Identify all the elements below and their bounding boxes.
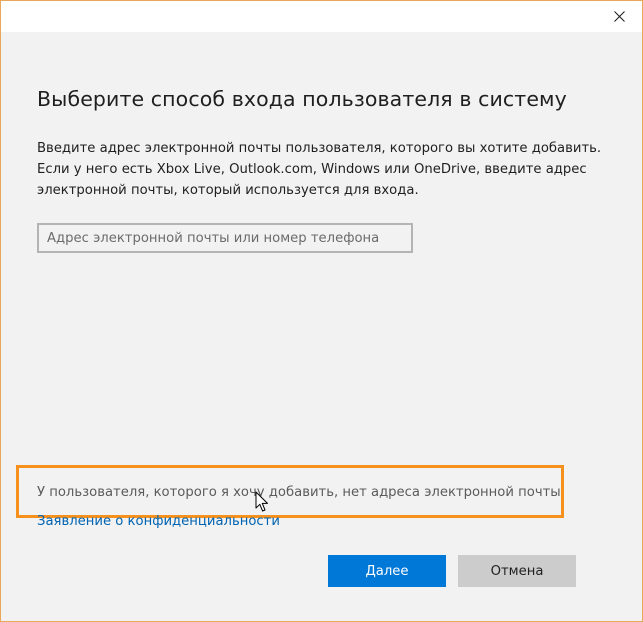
add-user-dialog: Выберите способ входа пользователя в сис…: [0, 0, 643, 622]
close-button[interactable]: [596, 1, 642, 32]
description-line: Если у него есть Xbox Live, Outlook.com,…: [37, 162, 587, 177]
email-or-phone-input[interactable]: [37, 223, 413, 253]
dialog-description: Введите адрес электронной почты пользова…: [37, 138, 602, 201]
cancel-button[interactable]: Отмена: [458, 555, 576, 587]
privacy-statement-link[interactable]: Заявление о конфиденциальности: [37, 514, 280, 529]
description-line: электронной почты, который используется …: [37, 183, 419, 198]
title-bar: [1, 1, 642, 32]
no-email-address-link[interactable]: У пользователя, которого я хочу добавить…: [37, 485, 561, 500]
next-button[interactable]: Далее: [328, 555, 446, 587]
description-line: Введите адрес электронной почты пользова…: [37, 141, 602, 156]
dialog-heading: Выберите способ входа пользователя в сис…: [37, 87, 567, 111]
close-icon: [613, 11, 625, 22]
